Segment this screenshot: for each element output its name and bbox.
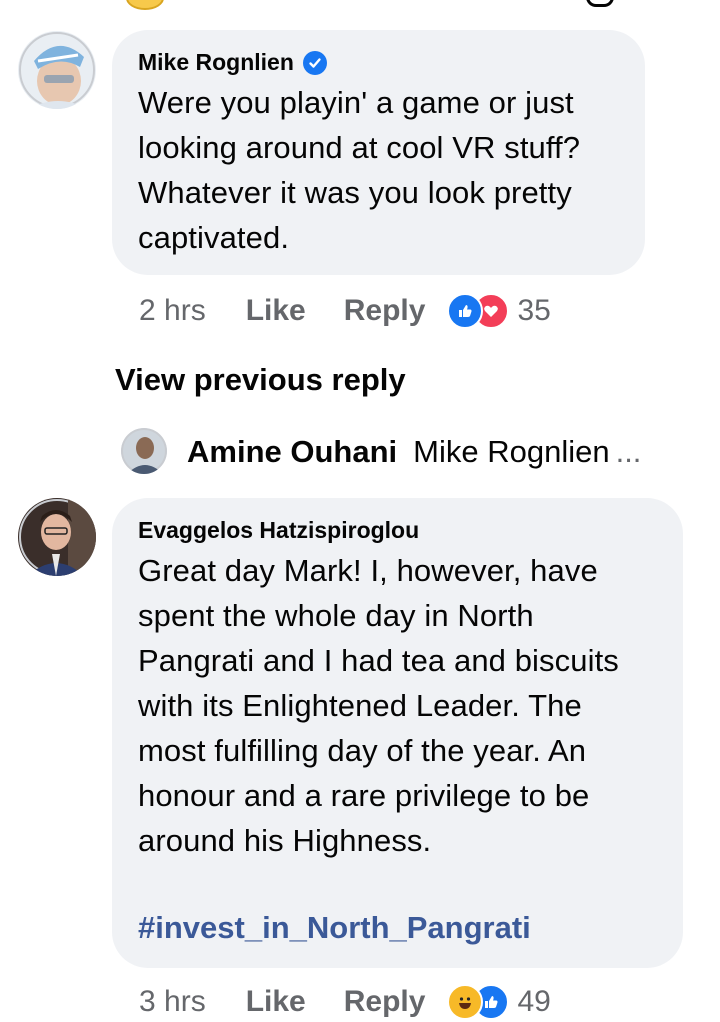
reply-preview[interactable]: Amine Ouhani Mike Rognlien ... bbox=[187, 432, 641, 472]
avatar-evaggelos-hatzispiroglou[interactable] bbox=[18, 498, 96, 576]
comment-author[interactable]: Evaggelos Hatzispiroglou bbox=[138, 517, 419, 544]
reply-author-name[interactable]: Amine Ouhani bbox=[187, 434, 397, 470]
comment-meta-row: 3 hrs Like Reply 49 bbox=[139, 982, 551, 1022]
view-previous-reply-link[interactable]: View previous reply bbox=[115, 362, 406, 398]
avatar-image bbox=[121, 428, 167, 474]
reply-snippet-text: Mike Rognlien bbox=[413, 434, 610, 469]
comment-line: Pangrati and I had tea and biscuits bbox=[138, 643, 619, 678]
comment-line: spent the whole day in North bbox=[138, 598, 534, 633]
comment-bubble[interactable]: Mike Rognlien Were you playin' a game or… bbox=[112, 30, 645, 275]
previous-reaction-icon bbox=[126, 0, 164, 10]
like-button[interactable]: Like bbox=[246, 294, 306, 328]
author-name[interactable]: Mike Rognlien bbox=[138, 49, 294, 76]
comment-text: Were you playin' a game or just looking … bbox=[138, 80, 638, 260]
comment-line: most fulfilling day of the year. An bbox=[138, 733, 587, 768]
comment-meta-row: 2 hrs Like Reply 35 bbox=[139, 291, 551, 331]
previous-text-fragment bbox=[586, 0, 614, 7]
comment-line: with its Enlightened Leader. The bbox=[138, 688, 582, 723]
hashtag-link[interactable]: #invest_in_North_Pangrati bbox=[138, 910, 531, 946]
comment-bubble[interactable]: Evaggelos Hatzispiroglou Great day Mark!… bbox=[112, 498, 683, 968]
reactions[interactable] bbox=[447, 984, 510, 1020]
reaction-count[interactable]: 35 bbox=[517, 294, 550, 328]
comment-text: Great day Mark! I, however, have spent t… bbox=[138, 548, 678, 863]
author-name[interactable]: Evaggelos Hatzispiroglou bbox=[138, 517, 419, 544]
reactions[interactable] bbox=[447, 293, 510, 329]
avatar-mike-rognlien[interactable] bbox=[18, 31, 96, 109]
avatar-image bbox=[18, 498, 96, 576]
comment-line: around his Highness. bbox=[138, 823, 432, 858]
avatar-amine-ouhani[interactable] bbox=[121, 428, 167, 474]
comment-timestamp[interactable]: 2 hrs bbox=[139, 294, 206, 328]
comment-line: captivated. bbox=[138, 220, 290, 255]
comment-line: Whatever it was you look pretty bbox=[138, 175, 572, 210]
comment-line: Great day Mark! I, however, have bbox=[138, 553, 598, 588]
verified-badge-icon bbox=[302, 50, 327, 75]
avatar-image bbox=[18, 31, 96, 109]
reply-ellipsis: ... bbox=[615, 434, 642, 469]
comment-line: looking around at cool VR stuff? bbox=[138, 130, 581, 165]
comment-line: Were you playin' a game or just bbox=[138, 85, 574, 120]
reply-button[interactable]: Reply bbox=[344, 294, 426, 328]
comment-author[interactable]: Mike Rognlien bbox=[138, 49, 327, 76]
comment-line: honour and a rare privilege to be bbox=[138, 778, 590, 813]
